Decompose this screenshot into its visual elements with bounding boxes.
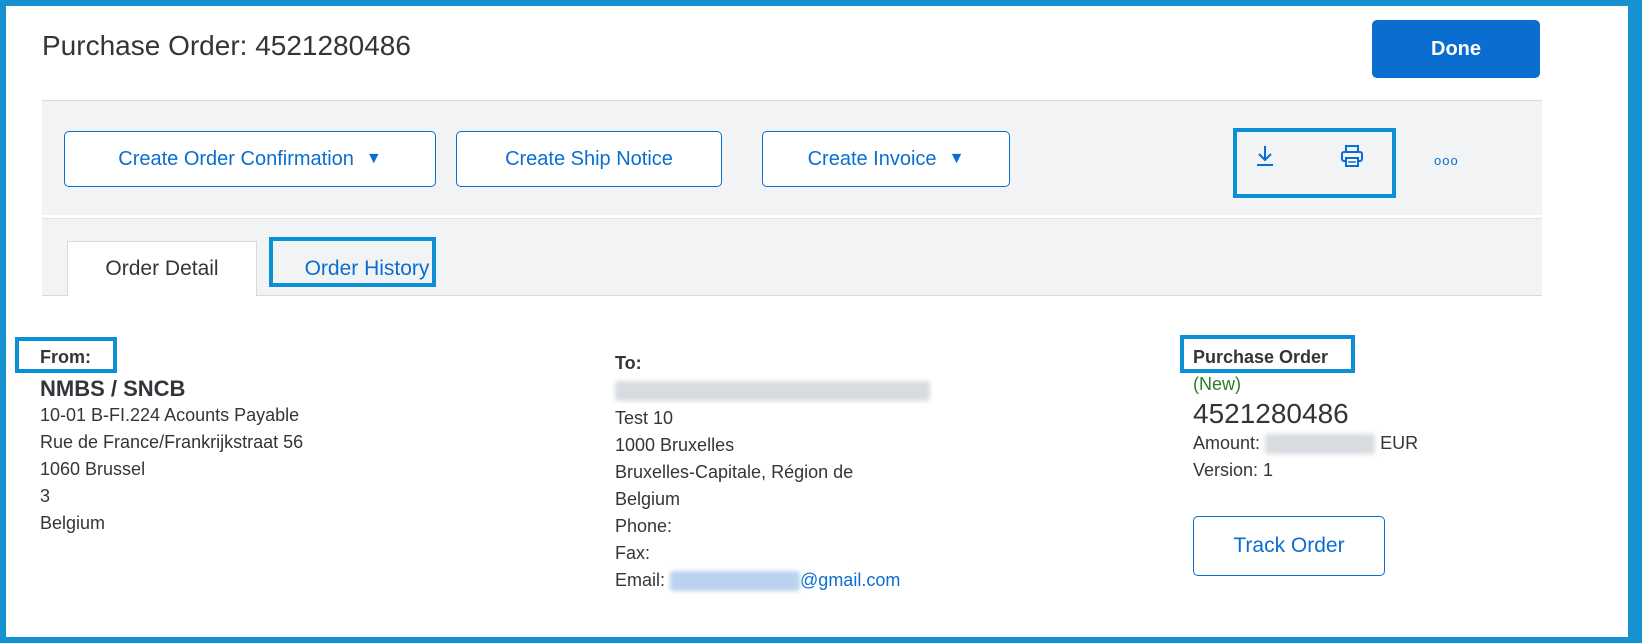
purchase-order-page: Purchase Order: 4521280486 Done Create O… (15, 8, 1628, 643)
create-ship-notice-button[interactable]: Create Ship Notice (456, 131, 722, 187)
to-line: Test 10 (615, 408, 674, 428)
highlight-box (269, 237, 436, 287)
tab-order-detail[interactable]: Order Detail (67, 241, 257, 296)
amount-label: Amount: (1193, 433, 1261, 453)
po-version: Version: 1 (1193, 460, 1274, 480)
create-order-confirmation-label: Create Order Confirmation (118, 147, 354, 170)
from-company-name: NMBS / SNCB (40, 376, 186, 401)
from-line: 3 (40, 486, 51, 506)
amount-currency: EUR (1380, 433, 1419, 453)
redacted-amount (1265, 434, 1376, 455)
tab-bar: Order Detail Order History (42, 218, 1542, 296)
from-line: Rue de France/Frankrijkstraat 56 (40, 432, 304, 452)
done-button[interactable]: Done (1372, 20, 1540, 78)
email-label: Email: (615, 570, 666, 590)
chevron-down-icon: ▼ (365, 150, 382, 167)
create-order-confirmation-button[interactable]: Create Order Confirmation ▼ (64, 131, 436, 187)
to-address: To: Test 10 1000 Bruxelles Bruxelles-Cap… (615, 350, 930, 594)
chevron-down-icon: ▼ (948, 150, 965, 167)
to-label: To: (615, 353, 642, 373)
create-invoice-button[interactable]: Create Invoice ▼ (762, 131, 1010, 187)
highlight-box (15, 337, 117, 373)
email-link[interactable]: @gmail.com (800, 570, 900, 590)
redacted-recipient (615, 381, 930, 402)
from-line: 1060 Brussel (40, 459, 146, 479)
from-line: Belgium (40, 513, 106, 533)
from-line: 10-01 B-FI.224 Acounts Payable (40, 405, 300, 425)
to-line: Bruxelles-Capitale, Région de (615, 462, 854, 482)
po-number: 4521280486 (1193, 398, 1349, 429)
to-line: Belgium (615, 489, 681, 509)
po-status: (New) (1193, 374, 1241, 394)
to-line: 1000 Bruxelles (615, 435, 735, 455)
track-order-button[interactable]: Track Order (1193, 516, 1385, 576)
phone-label: Phone: (615, 516, 673, 536)
more-icon[interactable]: ooo (1434, 153, 1459, 168)
fax-label: Fax: (615, 543, 651, 563)
highlight-box (1180, 335, 1355, 373)
highlight-box (1233, 128, 1396, 198)
create-invoice-label: Create Invoice (807, 147, 937, 170)
page-title: Purchase Order: 4521280486 (42, 30, 411, 61)
redacted-email-user (670, 571, 801, 592)
